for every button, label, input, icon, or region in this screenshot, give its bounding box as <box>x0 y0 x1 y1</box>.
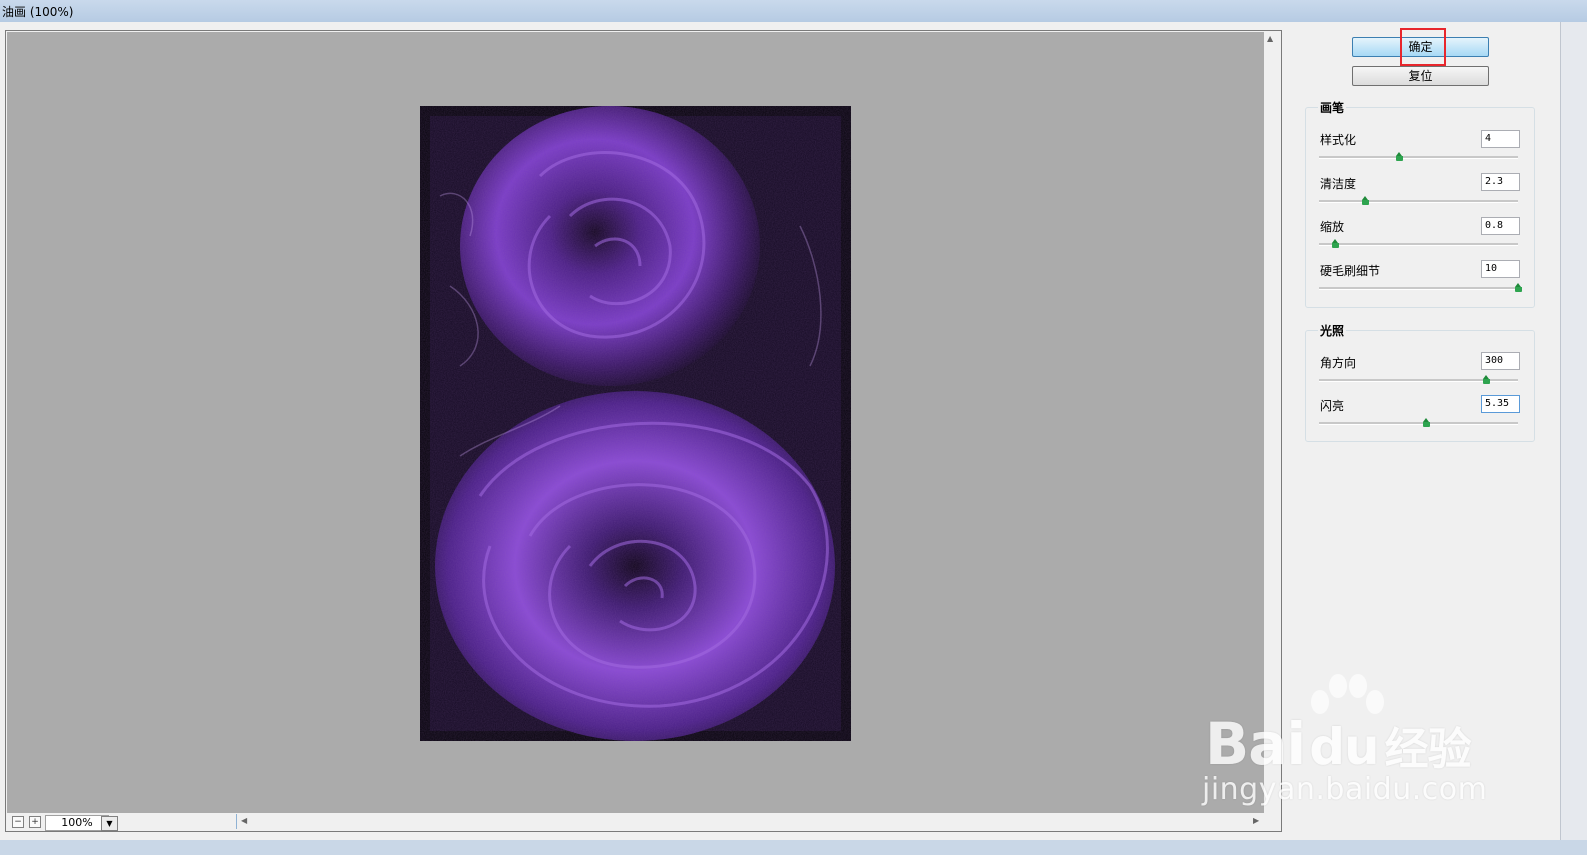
angle-slider-thumb[interactable] <box>1483 375 1491 384</box>
scale-input[interactable]: 0.8 <box>1481 217 1520 235</box>
scale-label: 缩放 <box>1320 220 1345 234</box>
lighting-group <box>1305 330 1535 442</box>
horizontal-scrollbar[interactable]: ◀ ▶ <box>236 814 1265 829</box>
scroll-left-arrow-icon[interactable]: ◀ <box>241 816 247 825</box>
cleanliness-slider-thumb[interactable] <box>1361 196 1369 205</box>
cleanliness-input[interactable]: 2.3 <box>1481 173 1520 191</box>
window-bottom-edge <box>0 840 1587 855</box>
angle-label: 角方向 <box>1320 356 1357 370</box>
stylization-input[interactable]: 4 <box>1481 130 1520 148</box>
window-edge <box>1560 22 1587 840</box>
cleanliness-label: 清洁度 <box>1320 177 1357 191</box>
scroll-right-arrow-icon[interactable]: ▶ <box>1253 816 1259 825</box>
reset-button[interactable]: 复位 <box>1352 66 1489 86</box>
scroll-up-arrow-icon[interactable]: ▲ <box>1267 34 1273 43</box>
vertical-scrollbar[interactable]: ▲ <box>1264 32 1279 813</box>
oil-paint-preview-image <box>420 106 851 741</box>
brush-group-title: 画笔 <box>1318 99 1347 116</box>
scale-slider[interactable] <box>1319 239 1518 248</box>
angle-input[interactable]: 300 <box>1481 352 1520 370</box>
zoom-out-button[interactable]: − <box>12 816 24 828</box>
chevron-down-icon[interactable]: ▼ <box>101 816 118 831</box>
cleanliness-slider[interactable] <box>1319 196 1518 205</box>
zoom-bar: − + 100% ▼ <box>8 814 236 831</box>
bristle-detail-label: 硬毛刷细节 <box>1320 264 1381 278</box>
zoom-level-field[interactable]: 100% <box>45 815 109 831</box>
shine-label: 闪亮 <box>1320 399 1345 413</box>
bristle-detail-slider[interactable] <box>1319 283 1522 292</box>
shine-input[interactable]: 5.35 <box>1481 395 1520 413</box>
rose-painting <box>420 106 851 741</box>
preview-canvas[interactable] <box>7 32 1264 813</box>
angle-slider[interactable] <box>1319 375 1518 384</box>
bristle-detail-input[interactable]: 10 <box>1481 260 1520 278</box>
bristle-detail-slider-thumb[interactable] <box>1515 283 1522 292</box>
scale-slider-thumb[interactable] <box>1331 239 1339 248</box>
stylization-slider[interactable] <box>1319 152 1518 161</box>
title-bar: 油画 (100%) <box>0 0 1587 23</box>
stylization-label: 样式化 <box>1320 133 1357 147</box>
ok-button[interactable]: 确定 <box>1352 37 1489 57</box>
shine-slider[interactable] <box>1319 418 1518 427</box>
shine-slider-thumb[interactable] <box>1423 418 1431 427</box>
zoom-in-button[interactable]: + <box>29 816 41 828</box>
lighting-group-title: 光照 <box>1318 322 1347 339</box>
window-title: 油画 (100%) <box>2 5 74 19</box>
stylization-slider-thumb[interactable] <box>1395 152 1403 161</box>
